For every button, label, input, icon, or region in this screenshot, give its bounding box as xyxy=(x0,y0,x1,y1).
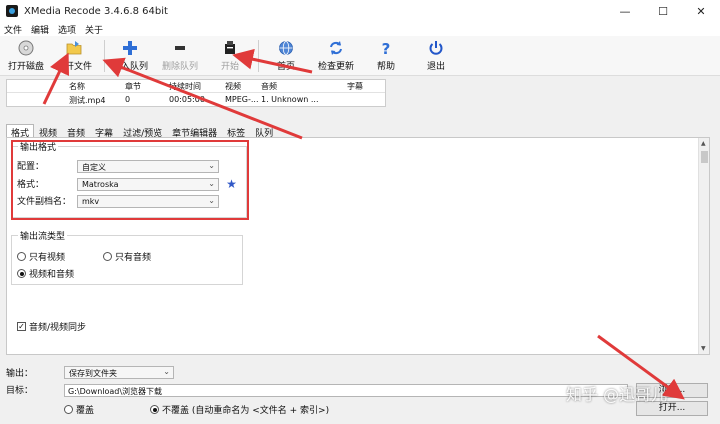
toolbar: 打开磁盘 打开文件 加入队列 删除队列 开始 首页 检查更新 ? 帮助 退出 xyxy=(0,36,720,76)
menu-options[interactable]: 选项 xyxy=(58,23,76,36)
radio-selected-icon xyxy=(150,405,159,414)
scrollbar-thumb[interactable] xyxy=(701,151,708,163)
no-overwrite-radio[interactable]: 不覆盖 (自动重命名为 <文件名 + 索引>) xyxy=(150,403,329,416)
audio-cell: 1. Unknown ... xyxy=(261,95,319,104)
overwrite-radio[interactable]: 覆盖 xyxy=(64,403,94,416)
folder-icon xyxy=(66,40,82,56)
tab-chapter-editor[interactable]: 章节编辑器 xyxy=(167,124,222,139)
video-audio-label: 视频和音频 xyxy=(29,270,75,280)
home-label: 首页 xyxy=(276,62,295,72)
video-only-radio[interactable]: 只有视频 xyxy=(17,250,65,263)
file-name-cell: 测试.mp4 xyxy=(69,96,106,105)
column-chapters[interactable]: 章节 xyxy=(125,81,141,92)
av-sync-checkbox[interactable]: ✓ 音频/视频同步 xyxy=(17,320,86,333)
home-button[interactable]: 首页 xyxy=(260,36,312,76)
open-file-button[interactable]: 打开文件 xyxy=(48,36,100,76)
minus-icon xyxy=(172,40,188,56)
plus-icon xyxy=(122,40,138,56)
output-value: 保存到文件夹 xyxy=(69,369,117,378)
open-disc-label: 打开磁盘 xyxy=(7,62,44,72)
refresh-icon xyxy=(328,40,344,56)
av-sync-label: 音频/视频同步 xyxy=(29,323,87,333)
tab-audio[interactable]: 音频 xyxy=(62,124,90,139)
globe-icon xyxy=(278,40,294,56)
audio-only-radio[interactable]: 只有音频 xyxy=(103,250,151,263)
table-row[interactable]: 测试.mp4 0 00:05:00 MPEG-... 1. Unknown ..… xyxy=(7,94,385,107)
svg-text:?: ? xyxy=(382,40,391,56)
target-label: 目标： xyxy=(6,386,34,396)
add-queue-button[interactable]: 加入队列 xyxy=(104,36,156,76)
exit-label: 退出 xyxy=(426,62,445,72)
queue-list[interactable]: 名称 章节 持续时间 视频 音频 字幕 测试.mp4 0 00:05:00 MP… xyxy=(6,79,386,107)
watermark-text: 知乎 @迅哥儿 xyxy=(566,385,668,404)
menu-about[interactable]: 关于 xyxy=(85,23,103,36)
help-button[interactable]: ? 帮助 xyxy=(360,36,412,76)
column-subtitle[interactable]: 字幕 xyxy=(347,81,363,92)
menu-edit[interactable]: 编辑 xyxy=(31,23,49,36)
column-video[interactable]: 视频 xyxy=(225,81,241,92)
remove-queue-label: 删除队列 xyxy=(161,62,198,72)
remove-queue-button[interactable]: 删除队列 xyxy=(154,36,206,76)
radio-selected-icon xyxy=(17,269,26,278)
open-file-label: 打开文件 xyxy=(55,62,92,72)
title-bar: XMedia Recode 3.4.6.8 64bit — ☐ ✕ xyxy=(0,0,720,22)
help-label: 帮助 xyxy=(376,62,395,72)
exit-button[interactable]: 退出 xyxy=(410,36,462,76)
checkmark-icon: ✓ xyxy=(17,322,26,331)
app-icon xyxy=(6,5,18,17)
tab-strip: 格式 视频 音频 字幕 过滤/预览 章节编辑器 标签 队列 xyxy=(6,124,278,139)
power-icon xyxy=(428,40,444,56)
output-label: 输出： xyxy=(6,369,34,379)
duration-cell: 00:05:00 xyxy=(169,95,205,104)
scroll-down-icon[interactable]: ▼ xyxy=(701,345,706,352)
target-path-input[interactable]: G:\Download\浏览器下载 xyxy=(64,384,628,397)
toolbar-separator xyxy=(258,40,259,72)
video-only-label: 只有视频 xyxy=(29,253,66,263)
check-update-button[interactable]: 检查更新 xyxy=(310,36,362,76)
minimize-button[interactable]: — xyxy=(606,0,644,22)
start-label: 开始 xyxy=(220,62,239,72)
tab-format[interactable]: 格式 xyxy=(6,124,35,139)
column-audio[interactable]: 音频 xyxy=(261,81,277,92)
encode-icon xyxy=(222,40,238,56)
radio-circle-icon xyxy=(17,252,26,261)
video-cell: MPEG-... xyxy=(225,95,259,104)
disc-icon xyxy=(18,40,34,56)
column-duration[interactable]: 持续时间 xyxy=(169,81,201,92)
tab-filter-preview[interactable]: 过滤/预览 xyxy=(118,124,167,139)
question-icon: ? xyxy=(378,40,394,56)
overwrite-label: 覆盖 xyxy=(76,406,95,416)
maximize-button[interactable]: ☐ xyxy=(644,0,682,22)
chapters-cell: 0 xyxy=(125,95,131,104)
scroll-up-icon[interactable]: ▲ xyxy=(701,140,706,147)
tab-queue[interactable]: 队列 xyxy=(250,124,278,139)
tab-tags[interactable]: 标签 xyxy=(222,124,250,139)
queue-header: 名称 章节 持续时间 视频 音频 字幕 xyxy=(7,80,385,93)
no-overwrite-label: 不覆盖 (自动重命名为 <文件名 + 索引>) xyxy=(162,406,330,416)
radio-circle-icon xyxy=(64,405,73,414)
add-queue-label: 加入队列 xyxy=(111,62,148,72)
menu-bar: 文件 编辑 选项 关于 xyxy=(0,22,720,36)
open-disc-button[interactable]: 打开磁盘 xyxy=(0,36,52,76)
tab-video[interactable]: 视频 xyxy=(34,124,62,139)
output-select[interactable]: 保存到文件夹 ⌄ xyxy=(64,366,174,379)
panel-scrollbar[interactable]: ▲ ▼ xyxy=(698,138,709,354)
column-name[interactable]: 名称 xyxy=(69,81,85,92)
tab-subtitle[interactable]: 字幕 xyxy=(90,124,118,139)
video-audio-radio[interactable]: 视频和音频 xyxy=(17,267,74,280)
chevron-down-icon: ⌄ xyxy=(163,367,170,376)
stream-type-title: 输出流类型 xyxy=(18,229,68,242)
start-button[interactable]: 开始 xyxy=(204,36,256,76)
annotation-highlight-box xyxy=(11,140,249,220)
menu-file[interactable]: 文件 xyxy=(4,23,22,36)
audio-only-label: 只有音频 xyxy=(115,253,152,263)
window-title: XMedia Recode 3.4.6.8 64bit xyxy=(24,5,168,17)
check-update-label: 检查更新 xyxy=(317,62,354,72)
close-button[interactable]: ✕ xyxy=(682,0,720,22)
radio-circle-icon xyxy=(103,252,112,261)
